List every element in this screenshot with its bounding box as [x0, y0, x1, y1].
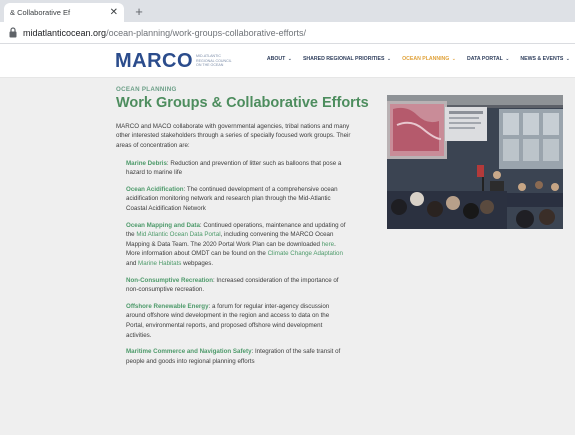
work-group-text: and	[126, 259, 139, 267]
browser-tab[interactable]: & Collaborative Ef ✕	[4, 3, 124, 22]
work-group-item: Ocean Acidification: The continued devel…	[126, 185, 346, 214]
nav-ocean-planning[interactable]: Ocean Planning ⌄	[402, 56, 456, 62]
new-tab-button[interactable]: +	[130, 3, 148, 20]
logo-tagline: Mid-Atlantic Regional Council on the Oce…	[196, 54, 232, 68]
work-group-item: Non-Consumptive Recreation: Increased co…	[126, 276, 346, 295]
chevron-down-icon: ⌄	[451, 56, 456, 62]
web-page: MARCO Mid-Atlantic Regional Council on t…	[0, 44, 575, 435]
nav-data-portal[interactable]: Data Portal ⌄	[467, 56, 509, 62]
nav-label: Shared Regional Priorities	[302, 56, 385, 62]
nav-news-events[interactable]: News & Events ⌄	[520, 56, 570, 62]
site-header: MARCO Mid-Atlantic Regional Council on t…	[0, 44, 575, 78]
url-path: /ocean-planning/work-groups-collaborativ…	[106, 27, 307, 38]
work-group-text: webpages.	[181, 259, 214, 267]
close-tab-icon[interactable]: ✕	[110, 7, 118, 18]
lock-icon	[9, 27, 17, 38]
work-group-term: Offshore Renewable Energy	[126, 302, 209, 310]
main-nav: About ⌄ Shared Regional Priorities ⌄ Oce…	[267, 56, 570, 62]
chevron-down-icon: ⌄	[505, 56, 510, 62]
marco-logo[interactable]: MARCO Mid-Atlantic Regional Council on t…	[115, 50, 236, 72]
work-group-item: Maritime Commerce and Navigation Safety:…	[126, 347, 346, 366]
browser-tab-strip: & Collaborative Ef ✕ +	[0, 0, 575, 22]
chevron-down-icon: ⌄	[565, 56, 570, 62]
marine-habitats-link[interactable]: Marine Habitats	[138, 260, 181, 267]
work-group-term: Ocean Mapping and Data	[126, 221, 200, 229]
chevron-down-icon: ⌄	[386, 56, 392, 62]
meeting-photo	[387, 95, 563, 229]
nav-label: About	[266, 56, 286, 62]
url-text[interactable]: midatlanticocean.org/ocean-planning/work…	[23, 28, 306, 38]
nav-label: News & Events	[520, 56, 564, 62]
url-domain: midatlanticocean.org	[23, 27, 107, 38]
nav-label: Data Portal	[467, 56, 503, 62]
nav-shared-regional-priorities[interactable]: Shared Regional Priorities ⌄	[303, 56, 391, 62]
work-plan-download-link[interactable]: here	[322, 241, 334, 248]
nav-about[interactable]: About ⌄	[267, 56, 292, 62]
main-content: Ocean Planning Work Groups & Collaborati…	[116, 86, 369, 373]
work-group-item: Ocean Mapping and Data: Continued operat…	[126, 221, 346, 269]
nav-label: Ocean Planning	[402, 56, 450, 62]
address-bar[interactable]: midatlanticocean.org/ocean-planning/work…	[0, 22, 575, 44]
page-title: Work Groups & Collaborative Efforts	[116, 95, 369, 111]
climate-change-adaptation-link[interactable]: Climate Change Adaptation	[268, 250, 343, 257]
work-group-term: Ocean Acidification	[126, 185, 184, 193]
intro-paragraph: MARCO and MACO collaborate with governme…	[116, 122, 351, 149]
work-group-term: Maritime Commerce and Navigation Safety	[126, 348, 252, 356]
tab-title: & Collaborative Ef	[10, 8, 71, 17]
work-group-item: Marine Debris: Reduction and prevention …	[126, 159, 346, 178]
section-label: Ocean Planning	[116, 86, 177, 93]
logo-wordmark: MARCO	[115, 50, 194, 72]
work-group-term: Non-Consumptive Recreation	[126, 276, 213, 284]
work-group-item: Offshore Renewable Energy: a forum for r…	[126, 302, 346, 340]
data-portal-link[interactable]: Mid Atlantic Ocean Data Portal	[136, 231, 220, 238]
chevron-down-icon: ⌄	[287, 56, 292, 62]
work-group-term: Marine Debris	[126, 159, 167, 167]
